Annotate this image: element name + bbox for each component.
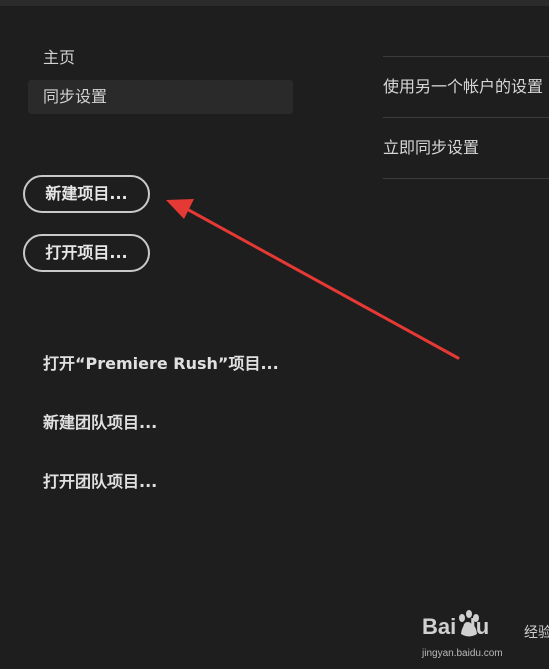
open-project-button[interactable]: 打开项目... (23, 234, 150, 272)
divider (383, 178, 549, 179)
sync-settings-now-item[interactable]: 立即同步设置 (383, 118, 549, 178)
watermark-brand: Bai du (422, 614, 490, 639)
nav-item-home-label: 主页 (43, 48, 76, 67)
use-other-account-settings-item[interactable]: 使用另一个帐户的设置 (383, 57, 549, 117)
new-team-project-link[interactable]: 新建团队项目... (43, 409, 157, 433)
nav-item-sync-label: 同步设置 (43, 87, 108, 106)
watermark-url: jingyan.baidu.com (422, 648, 503, 659)
nav-item-home[interactable]: 主页 (28, 41, 293, 75)
open-premiere-rush-project-link[interactable]: 打开“Premiere Rush”项目... (43, 350, 279, 374)
watermark-subtitle: 经验 (524, 625, 549, 641)
sync-settings-panel: 使用另一个帐户的设置 立即同步设置 (383, 56, 549, 179)
title-bar (0, 0, 549, 6)
new-project-button[interactable]: 新建项目... (23, 175, 150, 213)
nav-item-sync-settings[interactable]: 同步设置 (28, 80, 293, 114)
open-team-project-link[interactable]: 打开团队项目... (43, 468, 157, 492)
baidu-jingyan-watermark: Bai du 经验 jingyan.baidu.com (420, 610, 549, 665)
